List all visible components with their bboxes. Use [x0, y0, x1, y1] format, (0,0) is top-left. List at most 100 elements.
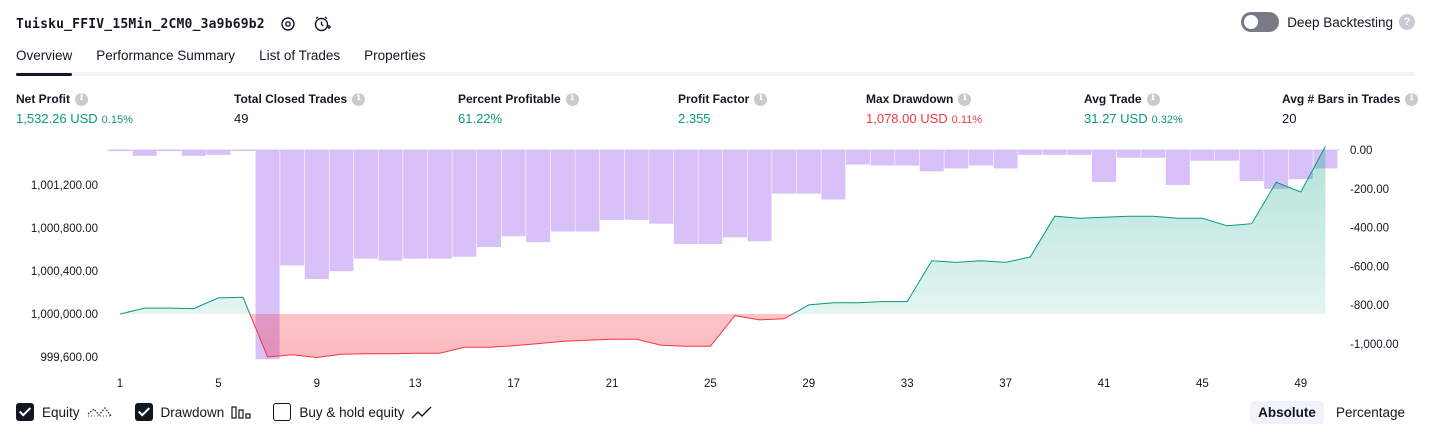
drawdown-bar: [772, 150, 797, 194]
x-axis-tick-label: 45: [1196, 378, 1209, 390]
x-axis-tick-label: 5: [215, 378, 221, 390]
drawdown-bar: [944, 150, 969, 169]
question-icon[interactable]: ?: [1399, 14, 1415, 30]
drawdown-bar: [1018, 150, 1043, 155]
metric-percent: 0.15%: [101, 114, 133, 126]
x-axis-tick-label: 17: [507, 378, 520, 390]
drawdown-bar: [1215, 150, 1239, 161]
drawdown-bar: [108, 150, 132, 151]
legend-buy-hold-equity[interactable]: Buy & hold equity: [273, 403, 435, 421]
info-icon[interactable]: [754, 92, 768, 106]
right-axis-tick-label: -400.00: [1350, 223, 1389, 235]
drawdown-bar: [477, 150, 501, 247]
metric-label: Total Closed Trades: [234, 92, 348, 106]
drawdown-bar: [796, 150, 821, 194]
drawdown-bar: [280, 150, 305, 266]
info-icon[interactable]: [958, 92, 972, 106]
tab-performance-summary[interactable]: Performance Summary: [96, 44, 235, 72]
info-icon[interactable]: [1405, 92, 1419, 106]
metric-profit-factor: Profit Factor 2.355: [678, 92, 768, 126]
drawdown-bar: [329, 150, 354, 272]
metric-value: 2.355: [678, 111, 711, 126]
metric-value: 49: [234, 111, 249, 126]
drawdown-bar: [969, 150, 993, 166]
buy-hold-checkbox[interactable]: [273, 403, 292, 421]
absolute-button[interactable]: Absolute: [1250, 401, 1324, 424]
add-alert-icon[interactable]: [311, 13, 333, 35]
drawdown-bar: [919, 150, 944, 172]
metric-percent: 0.11%: [951, 114, 983, 126]
info-icon[interactable]: [75, 92, 88, 106]
metric-label: Percent Profitable: [458, 92, 561, 106]
drawdown-bar: [870, 150, 895, 166]
drawdown-bar: [427, 150, 452, 259]
drawdown-bar: [600, 150, 624, 220]
drawdown-bar: [1239, 150, 1264, 182]
x-axis-tick-label: 9: [314, 378, 320, 390]
drawdown-bar: [723, 150, 747, 238]
legend-label: Buy & hold equity: [299, 404, 405, 420]
drawdown-bar: [1190, 150, 1215, 161]
metric-percent: 0.32%: [1151, 114, 1183, 126]
equity-checkbox[interactable]: [16, 403, 34, 421]
tab-overview[interactable]: Overview: [16, 44, 73, 76]
deep-backtesting-toggle[interactable]: [1241, 12, 1280, 32]
strategy-header: Tuisku_FFIV_15Min_2CM0_3a9b69b2: [16, 10, 333, 38]
drawdown-bar: [550, 150, 575, 232]
tab-properties[interactable]: Properties: [364, 44, 426, 72]
right-axis-tick-label: 0.00: [1350, 145, 1372, 157]
drawdown-bar: [452, 150, 477, 257]
x-axis-tick-label: 29: [802, 378, 815, 390]
drawdown-bar: [1042, 150, 1067, 155]
metric-value: 1,532.26 USD: [16, 111, 98, 126]
drawdown-bar: [501, 150, 526, 237]
metric-net-profit: Net Profit 1,532.26 USD0.15%: [16, 92, 133, 127]
x-axis-tick-label: 37: [999, 378, 1012, 390]
drawdown-bar: [895, 150, 920, 166]
metric-label: Profit Factor: [678, 92, 750, 106]
drawdown-bar: [354, 150, 378, 259]
drawdown-bar: [1092, 150, 1116, 183]
deep-backtesting-control: Deep Backtesting ?: [1241, 12, 1415, 32]
drawdown-bar: [575, 150, 600, 232]
drawdown-bar: [526, 150, 551, 243]
percentage-button[interactable]: Percentage: [1328, 401, 1413, 424]
drawdown-checkbox[interactable]: [134, 403, 153, 421]
equity-drawdown-chart[interactable]: 1,001,200.00 1,000,800.00 1,000,400.00 1,00…: [0, 140, 1431, 395]
right-axis-tick-label: -800.00: [1350, 300, 1389, 312]
legend-drawdown[interactable]: Drawdown: [134, 403, 252, 421]
x-axis-tick-label: 25: [704, 378, 717, 390]
tab-bar: Overview Performance Summary List of Tra…: [16, 44, 1415, 76]
drawdown-bar: [132, 150, 157, 156]
drawdown-bar: [624, 150, 649, 220]
info-icon[interactable]: [352, 92, 366, 106]
drawdown-bar: [698, 150, 723, 245]
drawdown-bar: [1165, 150, 1190, 185]
metrics-row: Net Profit 1,532.26 USD0.15% Total Close…: [16, 92, 1419, 132]
drawdown-bar: [1141, 150, 1166, 158]
equity-line-icon: [87, 405, 113, 419]
metric-percent-profitable: Percent Profitable 61.22%: [458, 92, 579, 126]
legend-equity[interactable]: Equity: [16, 403, 113, 421]
x-axis-tick-label: 33: [901, 378, 914, 390]
right-axis: 0.00 -200.00 -400.00 -600.00 -800.00 -1,000.0…: [1350, 145, 1399, 351]
x-axis-tick-label: 49: [1294, 378, 1307, 390]
metric-value: 20: [1282, 111, 1297, 126]
settings-icon[interactable]: [277, 13, 299, 35]
tab-list-of-trades[interactable]: List of Trades: [259, 44, 340, 72]
x-axis-tick-label: 1: [117, 378, 123, 390]
drawdown-bar: [747, 150, 772, 242]
drawdown-bar: [649, 150, 674, 224]
drawdown-bar: [157, 150, 182, 151]
metric-label: Avg Trade: [1084, 92, 1142, 106]
info-icon[interactable]: [565, 92, 579, 106]
metric-label: Avg # Bars in Trades: [1282, 92, 1401, 106]
legend-label: Drawdown: [160, 404, 225, 420]
drawdown-bar: [1116, 150, 1141, 158]
x-axis-tick-label: 41: [1098, 378, 1111, 390]
metric-value: 31.27 USD: [1084, 111, 1148, 126]
x-axis-tick-label: 21: [606, 378, 619, 390]
info-icon[interactable]: [1146, 92, 1160, 106]
left-axis: 1,001,200.00 1,000,800.00 1,000,400.00 1,00…: [31, 180, 98, 364]
drawdown-bar: [378, 150, 403, 261]
